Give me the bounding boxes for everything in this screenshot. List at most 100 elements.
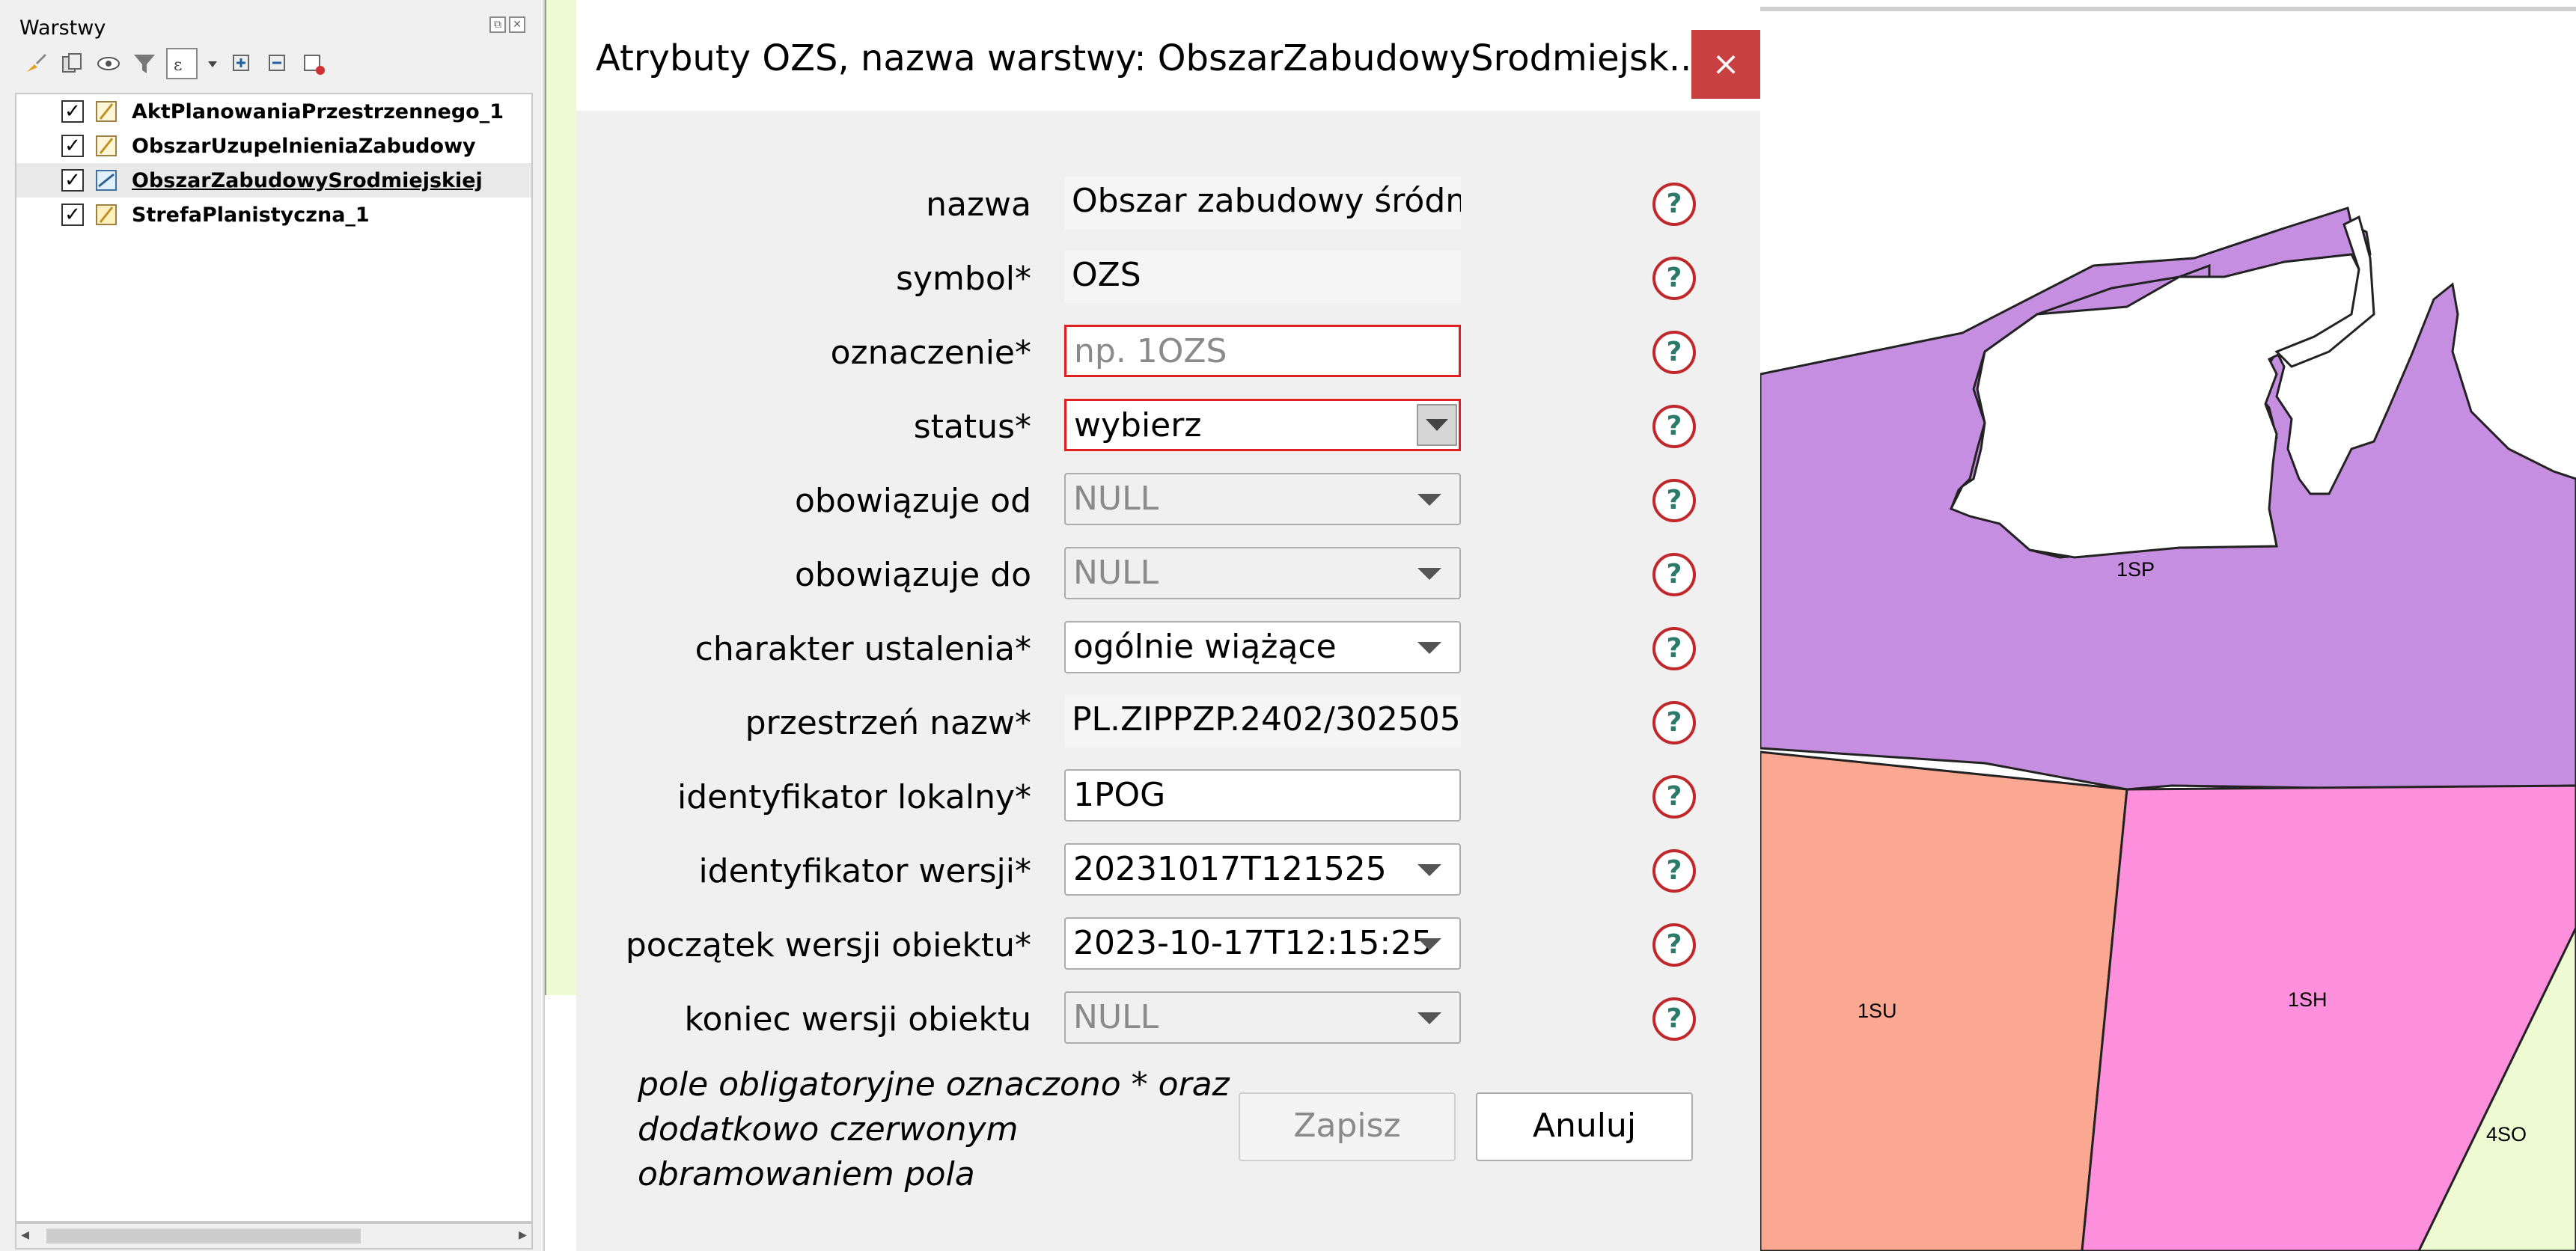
cancel-button[interactable]: Anuluj	[1476, 1092, 1693, 1161]
przestrzen-nazw-field[interactable]: PL.ZIPPZP.2402/302505-POG	[1064, 695, 1461, 747]
layer-tree: ✓ AktPlanowaniaPrzestrzennego_1 ✓ Obszar…	[15, 93, 533, 1223]
field-row-status: status* wybierz ?	[576, 399, 1760, 454]
poczatek-wersji-select[interactable]: 2023-10-17T12:15:25	[1064, 917, 1461, 970]
expand-all-icon[interactable]	[228, 49, 256, 78]
polygon-layer-icon	[96, 204, 117, 225]
editable-layer-icon	[96, 170, 117, 191]
identyfikator-lokalny-input[interactable]: 1POG	[1064, 769, 1461, 822]
scroll-right-icon[interactable]: ▸	[519, 1226, 527, 1244]
nazwa-field[interactable]: Obszar zabudowy śródmiejskiej	[1064, 177, 1461, 229]
layer-checkbox[interactable]: ✓	[61, 135, 84, 157]
field-label: przestrzeń nazw*	[745, 704, 1031, 742]
field-label: oznaczenie*	[830, 334, 1031, 372]
identyfikator-wersji-select[interactable]: 20231017T121525	[1064, 843, 1461, 896]
parcel-1su[interactable]	[1760, 750, 2128, 1251]
scroll-left-icon[interactable]: ◂	[21, 1226, 29, 1244]
select-value: wybierz	[1074, 406, 1202, 444]
close-button[interactable]: ×	[1691, 30, 1760, 99]
layer-checkbox[interactable]: ✓	[61, 169, 84, 192]
layers-toolbar: ε	[22, 48, 328, 79]
field-row-koniec-wersji: koniec wersji obiektu NULL ?	[576, 991, 1760, 1047]
help-icon[interactable]: ?	[1652, 257, 1696, 300]
koniec-wersji-select[interactable]: NULL	[1064, 991, 1461, 1044]
layer-checkbox[interactable]: ✓	[61, 204, 84, 226]
help-icon[interactable]: ?	[1652, 331, 1696, 374]
panel-controls: ⧉ ✕	[489, 16, 525, 33]
collapse-all-icon[interactable]	[263, 49, 292, 78]
eye-icon[interactable]	[94, 49, 123, 78]
chevron-down-icon[interactable]	[1417, 642, 1441, 654]
save-button[interactable]: Zapisz	[1239, 1092, 1456, 1161]
field-row-oznaczenie: oznaczenie* np. 1OZS ?	[576, 325, 1760, 380]
layer-row-selected[interactable]: ✓ ObszarZabudowySrodmiejskiej	[16, 163, 531, 198]
chevron-down-icon[interactable]	[1417, 1012, 1441, 1024]
layers-panel: Warstwy ⧉ ✕ ε ✓ AktPlanowaniaPrzestrzenn…	[0, 0, 545, 1251]
field-label: identyfikator lokalny*	[677, 778, 1031, 816]
dropdown-arrow-icon[interactable]	[1417, 404, 1457, 446]
chevron-down-icon[interactable]	[1417, 864, 1441, 876]
chevron-down-icon[interactable]	[1417, 568, 1441, 580]
polygon-layer-icon	[96, 101, 117, 122]
svg-text:ε: ε	[174, 56, 182, 75]
help-icon[interactable]: ?	[1652, 627, 1696, 670]
field-row-przestrzen-nazw: przestrzeń nazw* PL.ZIPPZP.2402/302505-P…	[576, 695, 1760, 750]
obowiazuje-od-select[interactable]: NULL	[1064, 473, 1461, 525]
obowiazuje-do-select[interactable]: NULL	[1064, 547, 1461, 599]
help-icon[interactable]: ?	[1652, 997, 1696, 1041]
field-label: obowiązuje do	[794, 556, 1031, 594]
field-label: identyfikator wersji*	[698, 852, 1031, 890]
scrollbar-thumb[interactable]	[46, 1229, 361, 1244]
map-fragment	[545, 0, 578, 995]
chevron-down-icon[interactable]	[1417, 494, 1441, 506]
dropdown-icon[interactable]	[205, 49, 220, 78]
select-value: 20231017T121525	[1073, 850, 1387, 888]
field-label: początek wersji obiektu*	[625, 926, 1031, 964]
field-row-nazwa: nazwa Obszar zabudowy śródmiejskiej ?	[576, 177, 1760, 232]
required-fields-note: pole obligatoryjne oznaczono * oraz doda…	[638, 1065, 1230, 1193]
help-icon[interactable]: ?	[1652, 701, 1696, 744]
remove-layer-icon[interactable]	[299, 49, 328, 78]
horizontal-scrollbar[interactable]: ◂ ▸	[15, 1223, 533, 1250]
layer-row[interactable]: ✓ AktPlanowaniaPrzestrzennego_1	[16, 94, 531, 129]
map-label-1su: 1SU	[1858, 1000, 1897, 1022]
chevron-down-icon[interactable]	[1417, 938, 1441, 950]
select-value: NULL	[1073, 998, 1159, 1036]
map-label-1sp: 1SP	[2116, 558, 2155, 581]
help-icon[interactable]: ?	[1652, 849, 1696, 893]
layer-row[interactable]: ✓ ObszarUzupelnieniaZabudowy	[16, 129, 531, 163]
status-select[interactable]: wybierz	[1064, 399, 1461, 451]
symbol-field[interactable]: OZS	[1064, 251, 1461, 303]
polygon-layer-icon	[96, 135, 117, 156]
field-label: symbol*	[896, 260, 1031, 298]
layer-row[interactable]: ✓ StrefaPlanistyczna_1	[16, 198, 531, 232]
help-icon[interactable]: ?	[1652, 923, 1696, 967]
field-row-obowiazuje-do: obowiązuje do NULL ?	[576, 547, 1760, 602]
field-row-symbol: symbol* OZS ?	[576, 251, 1760, 306]
help-icon[interactable]: ?	[1652, 553, 1696, 596]
help-icon[interactable]: ?	[1652, 775, 1696, 819]
float-panel-icon[interactable]: ⧉	[489, 16, 506, 33]
filter-expression-icon[interactable]: ε	[166, 48, 198, 79]
dialog-title: Atrybuty OZS, nazwa warstwy: ObszarZabud…	[596, 37, 1703, 79]
field-row-obowiazuje-od: obowiązuje od NULL ?	[576, 473, 1760, 528]
field-label: status*	[913, 408, 1031, 446]
paint-brush-icon[interactable]	[22, 49, 51, 78]
oznaczenie-input[interactable]: np. 1OZS	[1064, 325, 1461, 377]
filter-icon[interactable]	[130, 49, 159, 78]
help-icon[interactable]: ?	[1652, 479, 1696, 522]
close-panel-icon[interactable]: ✕	[509, 16, 525, 33]
layer-name: AktPlanowaniaPrzestrzennego_1	[132, 100, 504, 123]
dialog-titlebar: Atrybuty OZS, nazwa warstwy: ObszarZabud…	[576, 0, 1760, 111]
field-row-poczatek-wersji: początek wersji obiektu* 2023-10-17T12:1…	[576, 917, 1760, 973]
add-group-icon[interactable]	[58, 49, 87, 78]
map-canvas[interactable]: 1SP 1SU 1SH 4SO	[1760, 0, 2576, 1251]
map-label-4so: 4SO	[2486, 1123, 2527, 1146]
map-edge-strip	[545, 0, 578, 1251]
charakter-ustalenia-select[interactable]: ogólnie wiążące	[1064, 621, 1461, 673]
map-label-1sh: 1SH	[2288, 988, 2328, 1011]
help-icon[interactable]: ?	[1652, 405, 1696, 448]
layer-name: ObszarUzupelnieniaZabudowy	[132, 134, 476, 158]
help-icon[interactable]: ?	[1652, 183, 1696, 226]
layer-checkbox[interactable]: ✓	[61, 100, 84, 123]
field-row-identyfikator-wersji: identyfikator wersji* 20231017T121525 ?	[576, 843, 1760, 899]
